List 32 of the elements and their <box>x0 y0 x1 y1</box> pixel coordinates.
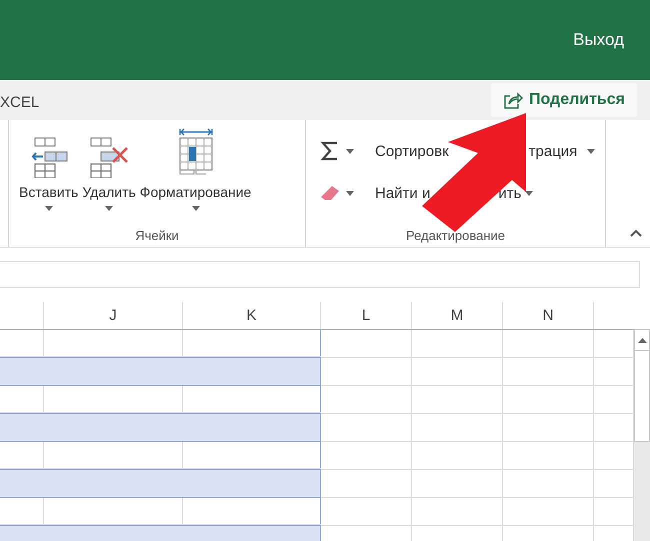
caret-icon <box>346 148 354 154</box>
share-button[interactable]: Поделиться <box>490 83 637 117</box>
sign-out-link[interactable]: Выход <box>573 30 624 50</box>
ribbon-command-button[interactable]: Удалить <box>80 126 138 228</box>
caret-icon <box>192 206 200 211</box>
app-tab[interactable]: XCEL <box>0 94 40 110</box>
eraser-icon <box>320 185 340 201</box>
share-icon <box>502 91 523 109</box>
sum-icon <box>320 141 340 161</box>
caret-icon <box>525 190 534 196</box>
caret-icon <box>587 148 596 154</box>
group-label: Ячейки <box>135 228 179 243</box>
command-label[interactable]: трация <box>528 142 578 160</box>
column-header[interactable]: J <box>44 302 183 329</box>
ribbon-command-button[interactable]: Вставить <box>17 126 80 228</box>
scroll-up-button[interactable] <box>634 329 650 351</box>
command-label[interactable]: Сортировк <box>375 142 449 160</box>
column-header[interactable]: N <box>503 302 594 329</box>
caret-icon <box>346 190 354 196</box>
scrollbar-thumb[interactable] <box>634 351 650 442</box>
column-header[interactable]: L <box>321 302 412 329</box>
caret-icon <box>44 206 53 211</box>
collapse-ribbon-icon[interactable] <box>630 229 642 237</box>
caret-icon <box>105 206 114 211</box>
group-label: Редактирование <box>406 228 506 243</box>
ribbon-command-button[interactable]: Форматирование <box>138 126 254 228</box>
column-header[interactable]: M <box>412 302 503 329</box>
column-header[interactable]: K <box>183 302 321 329</box>
vertical-scrollbar[interactable] <box>634 329 650 541</box>
up-triangle-icon <box>638 338 646 342</box>
command-label[interactable]: ить <box>498 184 522 202</box>
command-label[interactable]: Найти и <box>375 184 430 202</box>
